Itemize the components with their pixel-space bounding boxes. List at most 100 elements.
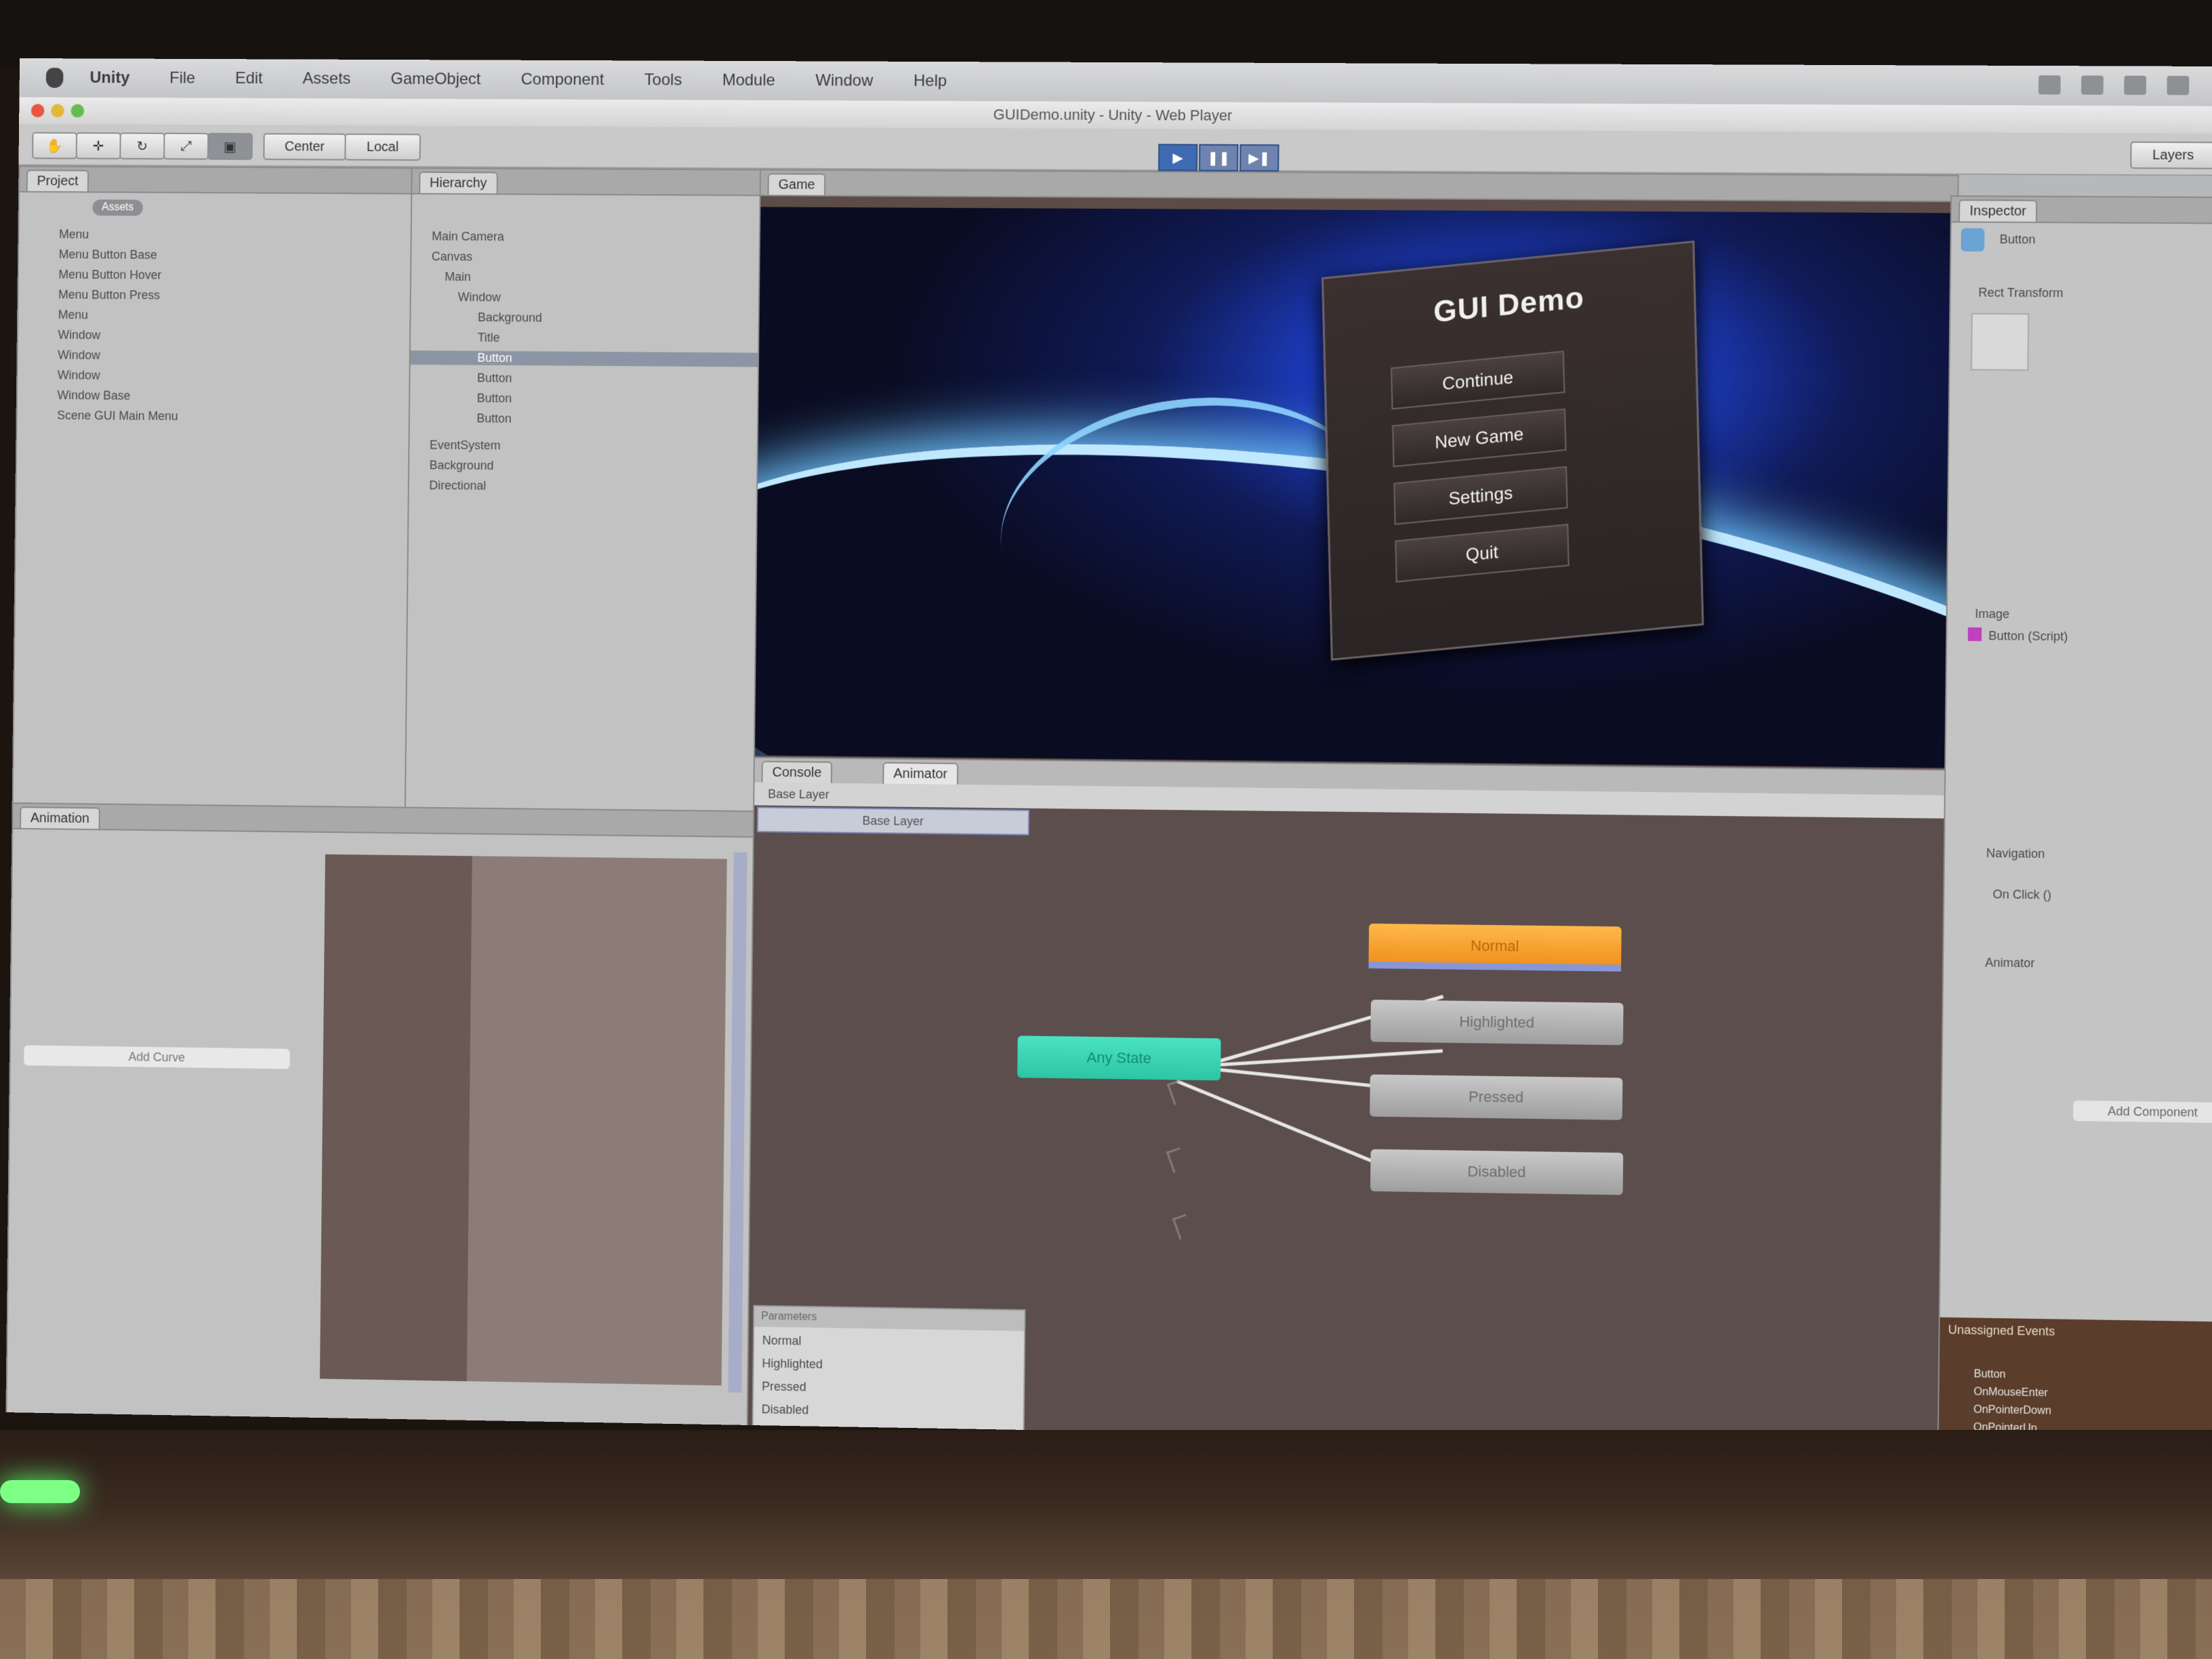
layers-dropdown[interactable]: Layers — [2130, 141, 2212, 169]
animation-tabbar: Animation — [13, 804, 755, 838]
list-item[interactable]: Menu — [58, 308, 88, 322]
menu-tools[interactable]: Tools — [644, 70, 682, 89]
apple-icon[interactable] — [45, 68, 64, 88]
menu-edit[interactable]: Edit — [235, 69, 263, 88]
rect-tool-icon[interactable]: ▣ — [207, 133, 253, 161]
list-item[interactable]: Window Base — [57, 388, 131, 403]
window-title: GUIDemo.unity - Unity - Web Player — [993, 106, 1233, 124]
add-curve-button[interactable]: Add Curve — [24, 1045, 290, 1069]
new-game-button[interactable]: New Game — [1392, 408, 1567, 468]
event-item: OnPointerDown — [1973, 1404, 2052, 1417]
list-item[interactable]: Menu Button Press — [58, 288, 160, 303]
list-item[interactable]: Button — [476, 411, 512, 426]
menu-gameobject[interactable]: GameObject — [390, 70, 480, 89]
pause-button[interactable]: ❚❚ — [1198, 144, 1239, 171]
battery-icon[interactable] — [2124, 75, 2147, 96]
inspector-tabbar: Inspector — [1951, 197, 2212, 224]
hierarchy-tabbar: Hierarchy — [412, 169, 761, 197]
list-item[interactable]: Window — [58, 368, 100, 382]
menu-component[interactable]: Component — [521, 70, 605, 89]
timeline-scrollbar[interactable] — [728, 852, 747, 1393]
menu-app-unity[interactable]: Unity — [89, 68, 129, 87]
spotlight-icon[interactable] — [2167, 75, 2190, 96]
minimize-window-icon[interactable] — [51, 104, 64, 118]
list-item[interactable]: Menu — [59, 228, 89, 242]
projected-screen: Unity File Edit Assets GameObject Compon… — [5, 58, 2212, 1451]
menu-window[interactable]: Window — [815, 71, 873, 90]
state-pressed[interactable]: Pressed — [1370, 1074, 1623, 1120]
wifi-icon[interactable] — [2081, 75, 2104, 95]
game-view: Game Free Aspect GUI Demo Continue New G… — [753, 169, 1959, 773]
tab-inspector[interactable]: Inspector — [1958, 199, 2038, 222]
dropbox-icon[interactable] — [2038, 75, 2061, 95]
list-item-selected[interactable]: Button — [410, 350, 760, 367]
list-item[interactable]: Menu Button Hover — [58, 268, 161, 283]
anchor-preset-icon[interactable] — [1970, 312, 2030, 371]
rotate-tool-icon[interactable]: ↻ — [119, 132, 165, 160]
move-tool-icon[interactable]: ✛ — [75, 132, 121, 160]
rect-transform-header[interactable]: Rect Transform — [1978, 286, 2063, 301]
step-button[interactable]: ▶❚ — [1240, 144, 1279, 172]
scale-tool-icon[interactable]: ⤢ — [163, 132, 209, 160]
list-item[interactable]: Title — [478, 331, 500, 345]
on-click-label: On Click () — [1992, 887, 2052, 902]
close-window-icon[interactable] — [30, 104, 45, 118]
parameters-title: Parameters — [754, 1306, 1025, 1332]
tab-hierarchy[interactable]: Hierarchy — [419, 171, 498, 194]
zoom-window-icon[interactable] — [70, 104, 85, 118]
parameter-item[interactable]: Pressed — [762, 1380, 806, 1395]
gui-title: GUI Demo — [1433, 281, 1585, 329]
list-item[interactable]: Button — [477, 391, 512, 405]
menu-module[interactable]: Module — [722, 71, 775, 90]
animation-timeline[interactable] — [319, 854, 727, 1386]
event-item: OnMouseEnter — [1973, 1386, 2048, 1399]
animator-component-header[interactable]: Animator — [1985, 956, 2034, 970]
object-name-field[interactable]: Button — [2000, 232, 2036, 247]
play-button[interactable]: ▶ — [1158, 144, 1198, 171]
tab-game[interactable]: Game — [767, 173, 826, 195]
project-tabbar: Project — [20, 167, 413, 194]
list-item[interactable]: Window — [458, 290, 501, 304]
list-item[interactable]: Main — [445, 270, 471, 284]
button-component-header[interactable]: Button (Script) — [1988, 629, 2068, 644]
green-indicator-light — [0, 1480, 80, 1503]
parameter-item[interactable]: Highlighted — [762, 1357, 823, 1372]
space-toggle[interactable]: Local — [344, 133, 422, 161]
animator-panel: Console Animator Base Layer Base Layer N… — [746, 756, 2003, 1450]
add-component-button[interactable]: Add Component — [2073, 1100, 2212, 1124]
assets-search-pill[interactable]: Assets — [92, 199, 144, 216]
list-item[interactable]: Window — [58, 348, 100, 363]
state-highlighted[interactable]: Highlighted — [1370, 1000, 1624, 1046]
tab-animation[interactable]: Animation — [20, 806, 100, 830]
continue-button[interactable]: Continue — [1391, 350, 1565, 410]
list-item[interactable]: Main Camera — [432, 230, 504, 244]
pivot-toggle[interactable]: Center — [263, 133, 346, 161]
parameter-item[interactable]: Normal — [762, 1334, 802, 1349]
menu-assets[interactable]: Assets — [302, 69, 350, 88]
button-script-icon — [1967, 627, 1982, 642]
menu-file[interactable]: File — [169, 69, 195, 88]
list-item[interactable]: Canvas — [432, 249, 472, 264]
menu-help[interactable]: Help — [914, 72, 947, 91]
list-item[interactable]: Button — [477, 371, 512, 386]
list-item[interactable]: Directional — [429, 478, 486, 493]
state-disabled[interactable]: Disabled — [1370, 1149, 1624, 1195]
quit-button[interactable]: Quit — [1395, 523, 1570, 583]
hand-tool-icon[interactable]: ✋ — [32, 131, 78, 159]
list-item[interactable]: Menu Button Base — [59, 247, 157, 262]
list-item[interactable]: Scene GUI Main Menu — [57, 409, 178, 424]
list-item[interactable]: EventSystem — [430, 438, 501, 453]
tab-project[interactable]: Project — [26, 169, 89, 192]
list-item[interactable]: Background — [478, 310, 542, 325]
parameters-panel: Parameters Normal Highlighted Pressed Di… — [752, 1305, 1026, 1434]
image-component-header[interactable]: Image — [1975, 607, 2009, 622]
hierarchy-panel: Hierarchy Main Camera Canvas Main Window… — [403, 167, 762, 881]
state-any-state[interactable]: Any State — [1017, 1036, 1221, 1081]
timeline-shadow — [319, 854, 472, 1382]
settings-button[interactable]: Settings — [1393, 466, 1568, 525]
status-icons — [2038, 75, 2190, 96]
animation-panel: Animation Add Curve — [5, 802, 756, 1428]
list-item[interactable]: Window — [58, 328, 100, 342]
parameter-item[interactable]: Disabled — [762, 1402, 809, 1417]
list-item[interactable]: Background — [430, 458, 494, 473]
